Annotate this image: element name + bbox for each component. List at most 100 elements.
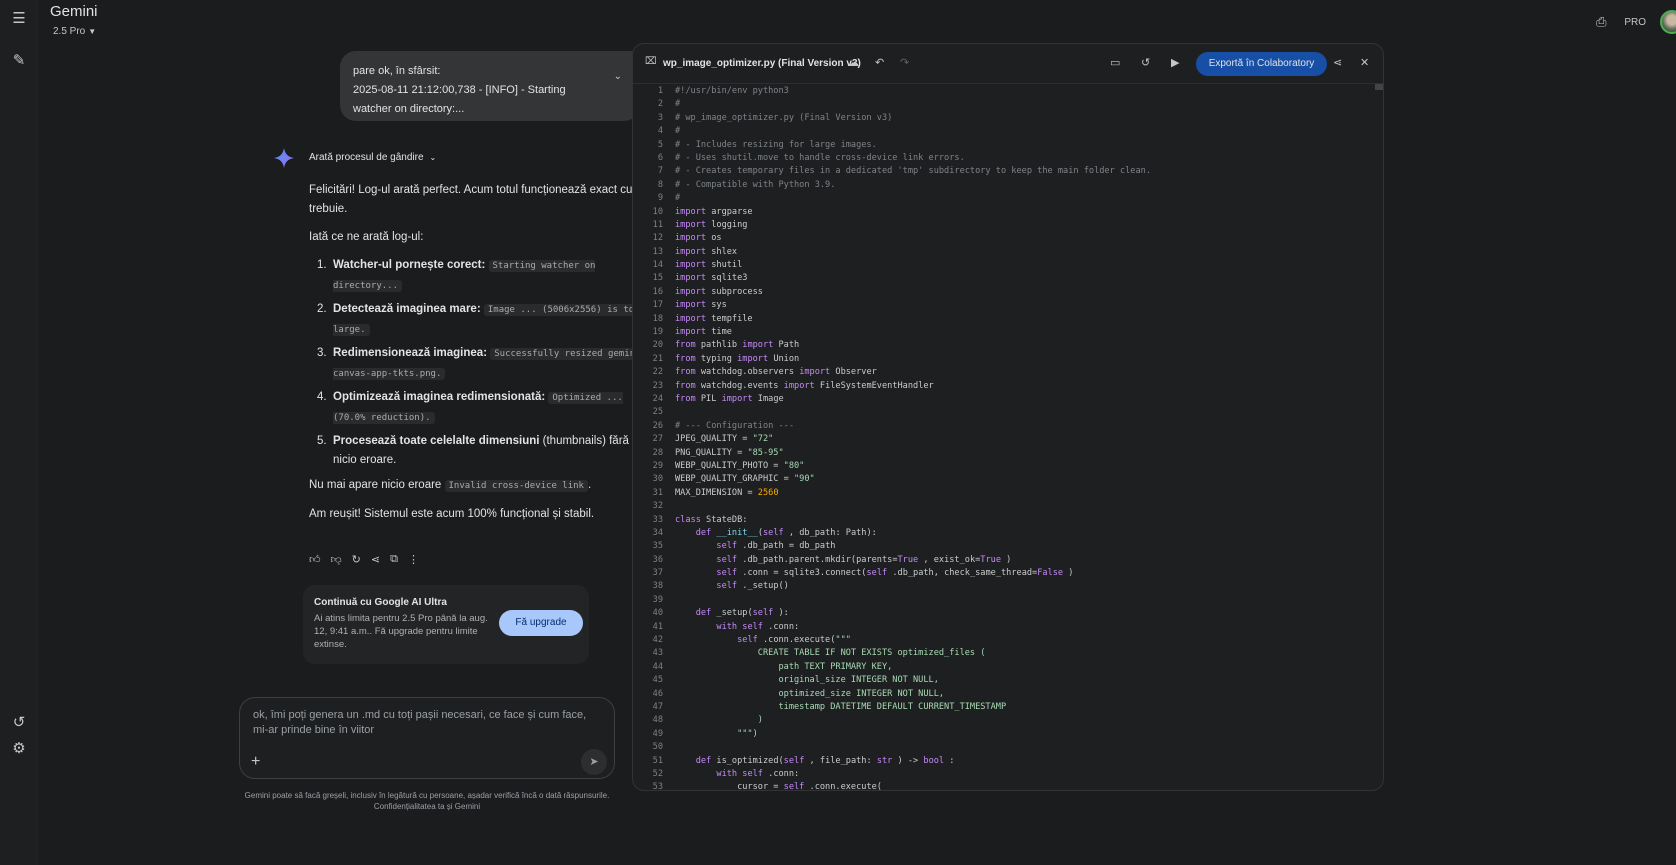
code-line: 7 # - Creates temporary files in a dedica… <box>633 165 1383 178</box>
close-icon[interactable]: ✕ <box>1360 56 1369 69</box>
print-icon[interactable]: ⎙ <box>1592 14 1610 30</box>
code-text: # wp_image_optimizer.py (Final Version v… <box>675 112 893 123</box>
code-text: WEBP_QUALITY_PHOTO = "80" <box>675 460 805 471</box>
upgrade-card: Continuă cu Google AI Ultra Ai atins lim… <box>303 585 589 664</box>
expand-chevron-icon[interactable]: ⌄ <box>614 67 622 86</box>
line-number: 45 <box>652 675 663 686</box>
line-number: 12 <box>652 233 663 244</box>
upgrade-button[interactable]: Fă upgrade <box>499 610 583 636</box>
line-number: 5 <box>657 139 663 150</box>
avatar[interactable] <box>1660 10 1676 34</box>
no-error-suffix: . <box>587 479 592 491</box>
code-text: self .conn = sqlite3.connect(self .db_pa… <box>716 568 1074 579</box>
send-icon[interactable]: ➤ <box>581 749 607 775</box>
caret-down-icon: ▼ <box>88 27 97 36</box>
more-options-icon[interactable]: ⋮ <box>408 553 419 566</box>
line-number: 20 <box>652 340 663 351</box>
canvas-filename: wp_image_optimizer.py (Final Version v3) <box>663 58 861 69</box>
list-number: 2. <box>317 303 327 315</box>
code-text: import subprocess <box>675 286 763 297</box>
code-line: 17 import sys <box>633 299 1383 312</box>
thumbs-up-icon[interactable]: 👍︎ <box>309 553 321 566</box>
history-icon[interactable]: ↺ <box>8 712 30 734</box>
new-chat-icon[interactable]: ✎ <box>8 50 30 72</box>
code-text: MAX_DIMENSION = 2560 <box>675 487 779 498</box>
code-text: import shutil <box>675 260 743 271</box>
line-number: 50 <box>652 742 663 753</box>
run-icon[interactable]: ▶ <box>1171 56 1179 69</box>
left-rail: ☰ ✎ ↺ ⚙ <box>0 0 38 865</box>
code-text: #!/usr/bin/env python3 <box>675 86 789 96</box>
show-thinking-toggle[interactable]: Arată procesul de gândire ⌄ <box>309 152 436 163</box>
line-number: 43 <box>652 648 663 659</box>
code-line: 39 <box>633 594 1383 607</box>
cloud-icon[interactable]: ☁ <box>848 56 859 69</box>
line-number: 22 <box>652 367 663 378</box>
export-colab-button[interactable]: Exportă în Colaboratory <box>1196 52 1327 76</box>
redo-icon[interactable]: ↷ <box>900 56 909 69</box>
line-number: 14 <box>652 260 663 271</box>
code-line: 52 with self .conn: <box>633 768 1383 781</box>
code-text: def __init__(self , db_path: Path): <box>695 527 877 538</box>
code-text: from typing import Union <box>675 353 800 364</box>
code-text: def _setup(self ): <box>695 608 789 619</box>
code-line: 28 PNG_QUALITY = "85-95" <box>633 447 1383 460</box>
line-number: 11 <box>652 219 663 230</box>
terminal-icon[interactable]: ▭ <box>1110 56 1120 69</box>
list-number: 1. <box>317 259 327 271</box>
code-text: # - Includes resizing for large images. <box>675 139 877 150</box>
code-text: # --- Configuration --- <box>675 420 794 431</box>
answer-list: 1. Watcher-ul pornește corect: Starting w… <box>309 256 654 470</box>
code-text: path TEXT PRIMARY KEY, <box>675 661 893 672</box>
undo-icon[interactable]: ↶ <box>875 56 884 69</box>
code-line: 3 # wp_image_optimizer.py (Final Version … <box>633 112 1383 125</box>
code-line: 42 self .conn.execute(""" <box>633 634 1383 647</box>
prompt-input-box[interactable]: ok, îmi poți genera un .md cu toți pașii… <box>239 697 615 779</box>
gemini-spark-icon <box>274 148 294 168</box>
gear-icon[interactable]: ⚙ <box>8 738 30 760</box>
add-attachment-icon[interactable]: + <box>251 753 260 771</box>
chevron-down-icon: ⌄ <box>429 153 437 162</box>
code-line: 6 # - Uses shutil.move to handle cross-de… <box>633 152 1383 165</box>
code-text: ) <box>675 715 763 726</box>
privacy-link[interactable]: Confidențialitatea ta și Gemini <box>239 801 615 812</box>
line-number: 9 <box>657 193 663 204</box>
code-line: 1 #!/usr/bin/env python3 <box>633 85 1383 98</box>
editor-scrollbar[interactable] <box>1375 84 1383 90</box>
line-number: 21 <box>652 353 663 364</box>
code-line: 20 from pathlib import Path <box>633 339 1383 352</box>
share-icon[interactable]: ⋖ <box>371 553 380 566</box>
code-line: 51 def is_optimized(self , file_path: st… <box>633 755 1383 768</box>
line-number: 36 <box>652 554 663 565</box>
pro-badge: PRO <box>1624 16 1646 28</box>
code-line: 30 WEBP_QUALITY_GRAPHIC = "90" <box>633 473 1383 486</box>
code-line: 13 import shlex <box>633 246 1383 259</box>
list-item: 3. Redimensionează imaginea: Successfully… <box>309 344 654 384</box>
line-number: 19 <box>652 327 663 338</box>
no-error-line: Nu mai apare nicio eroare Invalid cross-… <box>309 476 654 496</box>
code-line: 47 timestamp DATETIME DEFAULT CURRENT_TI… <box>633 701 1383 714</box>
code-line: 10 import argparse <box>633 206 1383 219</box>
menu-icon[interactable]: ☰ <box>8 8 30 30</box>
version-history-icon[interactable]: ↺ <box>1141 56 1150 69</box>
line-number: 52 <box>652 768 663 779</box>
line-number: 7 <box>657 166 663 177</box>
share-icon[interactable]: ⋖ <box>1333 56 1342 69</box>
code-text: # - Compatible with Python 3.9. <box>675 179 836 190</box>
thumbs-down-icon[interactable]: 👎︎ <box>331 553 342 566</box>
code-text: import os <box>675 233 722 244</box>
line-number: 38 <box>652 581 663 592</box>
code-file-icon: ⌧ <box>645 56 657 67</box>
list-item: 5. Procesează toate celelalte dimensiuni … <box>309 432 654 470</box>
code-line: 22 from watchdog.observers import Observe… <box>633 366 1383 379</box>
regenerate-icon[interactable]: ↻ <box>352 553 361 566</box>
copy-icon[interactable]: ⧉ <box>390 553 398 566</box>
model-selector[interactable]: 2.5 Pro ▼ <box>53 26 96 37</box>
answer-intro: Felicitări! Log-ul arată perfect. Acum t… <box>309 184 643 215</box>
code-line: 36 self .db_path.parent.mkdir(parents=Tr… <box>633 554 1383 567</box>
code-editor[interactable]: 1 #!/usr/bin/env python3 2 #3 # wp_image_opt… <box>633 84 1383 790</box>
line-number: 33 <box>652 514 663 525</box>
prompt-input[interactable]: ok, îmi poți genera un .md cu toți pașii… <box>253 708 598 738</box>
code-line: 48 ) <box>633 714 1383 727</box>
